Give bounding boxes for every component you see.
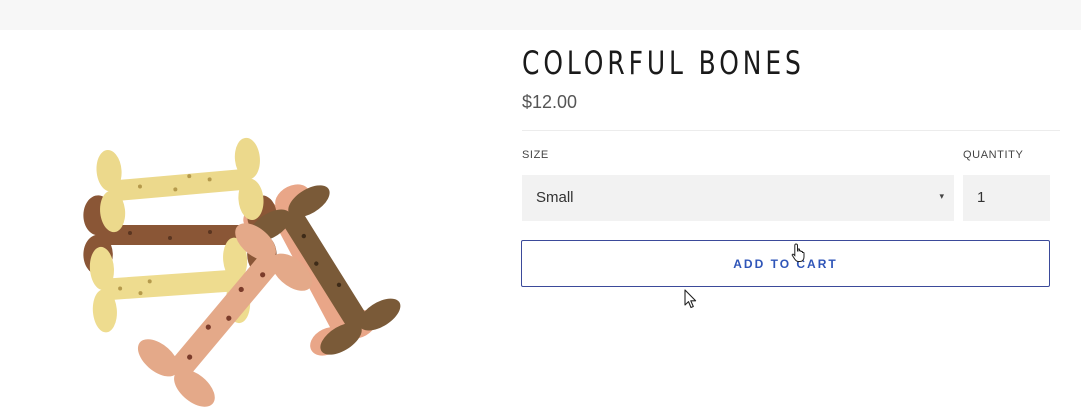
- divider: [522, 130, 1060, 131]
- size-label: SIZE: [522, 149, 549, 161]
- top-bar: [0, 0, 1081, 30]
- product-price: $12.00: [522, 92, 578, 112]
- arrow-pointer-icon: [684, 289, 697, 309]
- size-select-value: Small: [536, 189, 574, 206]
- size-select[interactable]: Small ▾: [522, 175, 954, 221]
- add-to-cart-button[interactable]: ADD TO CART: [521, 240, 1050, 287]
- quantity-label: QUANTITY: [963, 149, 1024, 161]
- bone-cream-top: [94, 136, 266, 234]
- quantity-input[interactable]: 1: [963, 175, 1050, 221]
- product-title: COLORFUL BONES: [522, 44, 805, 82]
- add-to-cart-label: ADD TO CART: [733, 256, 838, 271]
- chevron-down-icon: ▾: [939, 191, 944, 201]
- quantity-value: 1: [977, 189, 986, 206]
- product-image: [83, 136, 406, 410]
